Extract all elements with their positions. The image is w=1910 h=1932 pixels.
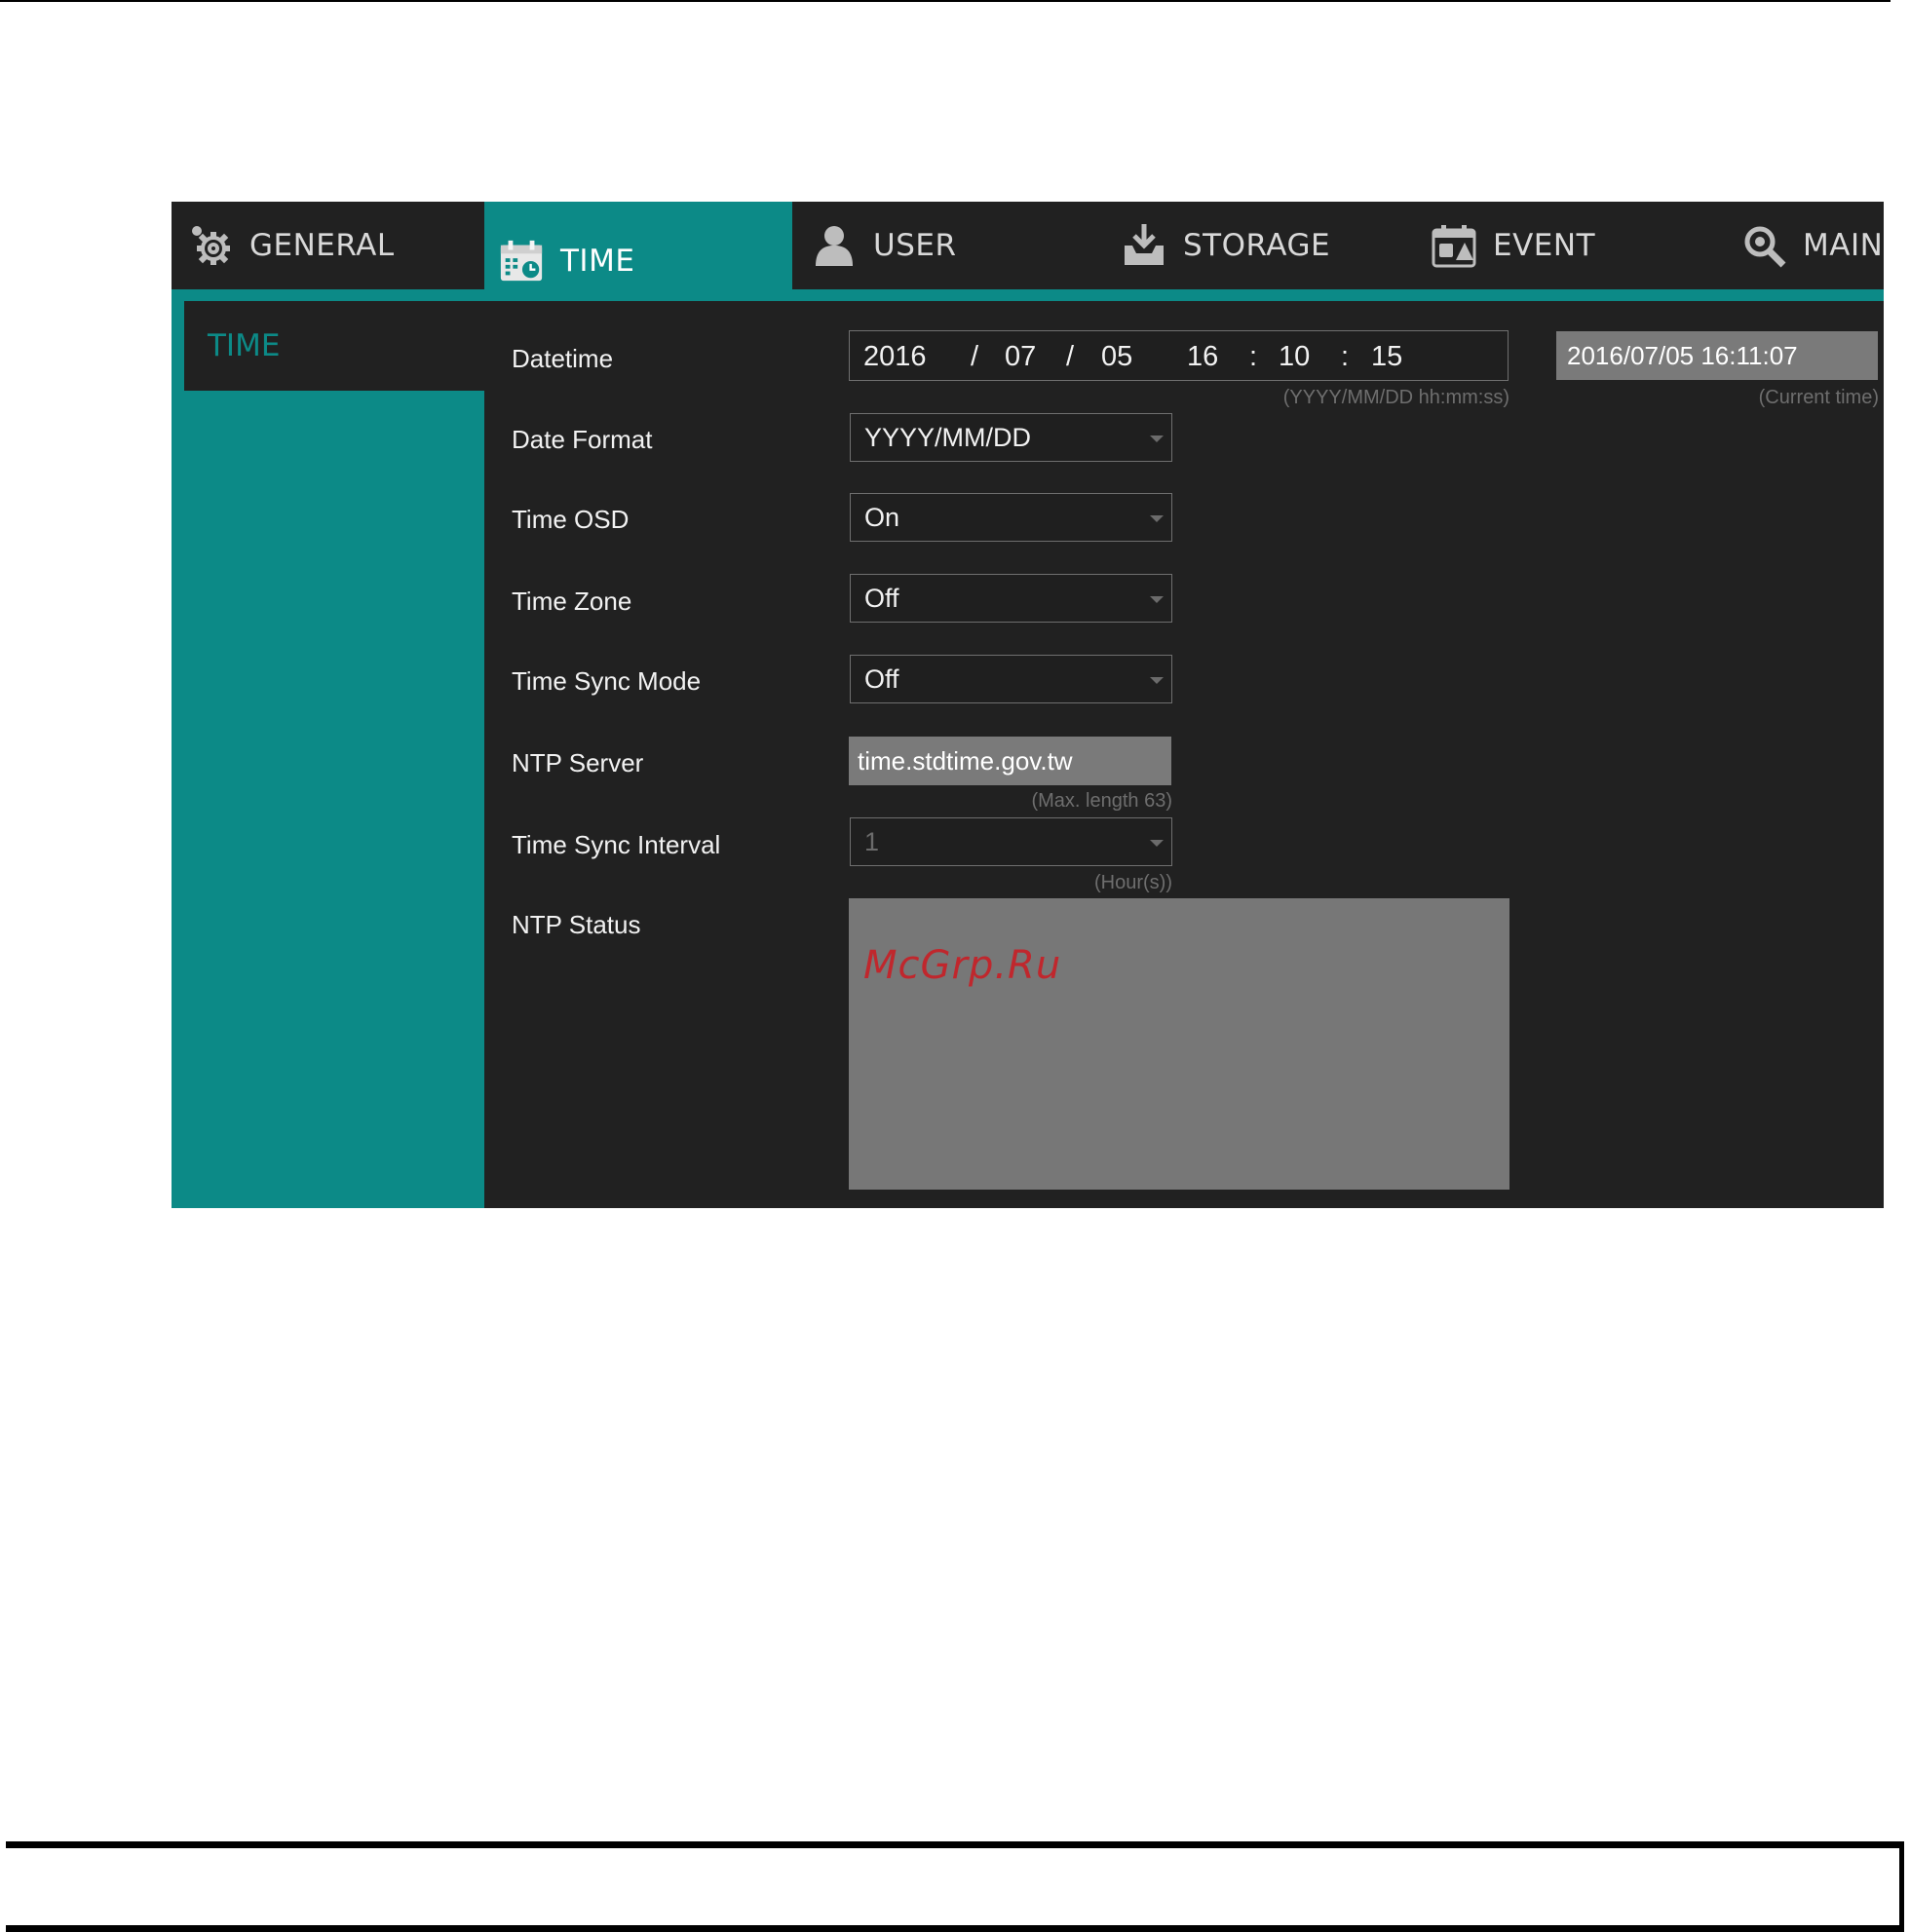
time-zone-value: Off — [864, 583, 899, 613]
time-osd-label: Time OSD — [512, 505, 630, 534]
ntp-server-label: NTP Server — [512, 748, 644, 777]
ntp-status-box — [849, 898, 1509, 1190]
tab-storage-label: STORAGE — [1183, 228, 1331, 263]
chevron-down-icon — [1150, 596, 1164, 603]
tab-maintenance[interactable]: MAIN — [1740, 202, 1884, 289]
watermark-logo: McGrp.Ru — [863, 943, 1062, 988]
tab-storage[interactable]: STORAGE — [1121, 202, 1413, 289]
tab-time-label: TIME — [560, 244, 635, 279]
ntp-status-label: NTP Status — [512, 910, 641, 939]
time-settings-form: Datetime 2016 / 07 / 05 16 : 10 : 15 (YY… — [484, 301, 1884, 1208]
tab-user[interactable]: USER — [811, 202, 1103, 289]
chevron-down-icon — [1150, 515, 1164, 522]
time-sync-interval-hint: (Hour(s)) — [1094, 872, 1172, 893]
settings-screen: GENERAL TIME USER STORAGE EVENT MAIN TIM… — [172, 202, 1884, 1208]
ntp-server-input[interactable]: time.stdtime.gov.tw — [849, 737, 1171, 785]
tab-bar: GENERAL TIME USER STORAGE EVENT MAIN — [172, 202, 1884, 301]
datetime-month[interactable]: 07 — [1005, 341, 1036, 373]
time-sync-interval-value: 1 — [864, 826, 880, 856]
tab-event-label: EVENT — [1493, 228, 1596, 263]
time-osd-select[interactable]: On — [850, 493, 1172, 542]
current-time-display: 2016/07/05 16:11:07 — [1556, 331, 1878, 380]
datetime-hour[interactable]: 16 — [1187, 341, 1218, 373]
datetime-year[interactable]: 2016 — [863, 341, 927, 373]
time-sync-mode-label: Time Sync Mode — [512, 666, 702, 696]
sidebar: TIME — [172, 301, 484, 1208]
datetime-separator: / — [971, 341, 979, 372]
time-osd-value: On — [864, 502, 900, 532]
chevron-down-icon — [1150, 436, 1164, 442]
date-format-select[interactable]: YYYY/MM/DD — [850, 413, 1172, 462]
user-icon — [811, 222, 858, 269]
datetime-format-hint: (YYYY/MM/DD hh:mm:ss) — [1282, 387, 1509, 408]
time-sync-interval-label: Time Sync Interval — [512, 830, 721, 859]
chevron-down-icon — [1150, 840, 1164, 847]
event-icon — [1431, 222, 1477, 269]
time-sync-interval-select[interactable]: 1 — [850, 817, 1172, 866]
tab-time[interactable]: TIME — [484, 202, 792, 301]
top-divider — [0, 0, 1891, 2]
time-sync-mode-value: Off — [864, 663, 899, 694]
datetime-separator: : — [1341, 341, 1350, 372]
ntp-server-hint: (Max. length 63) — [1031, 790, 1172, 812]
datetime-separator: : — [1249, 341, 1258, 372]
tab-user-label: USER — [873, 228, 957, 263]
time-zone-label: Time Zone — [512, 587, 632, 616]
chevron-down-icon — [1150, 677, 1164, 684]
date-format-value: YYYY/MM/DD — [864, 422, 1032, 452]
tab-event[interactable]: EVENT — [1431, 202, 1723, 289]
datetime-day[interactable]: 05 — [1101, 341, 1132, 373]
date-format-label: Date Format — [512, 425, 653, 454]
datetime-label: Datetime — [512, 344, 614, 373]
page: GENERAL TIME USER STORAGE EVENT MAIN TIM… — [0, 0, 1910, 1932]
tab-general[interactable]: GENERAL — [187, 202, 479, 289]
maintenance-icon — [1740, 222, 1787, 269]
tab-maintenance-label: MAIN — [1803, 228, 1884, 263]
time-sync-mode-select[interactable]: Off — [850, 655, 1172, 703]
gear-icon — [187, 222, 234, 269]
datetime-second[interactable]: 15 — [1371, 341, 1402, 373]
datetime-separator: / — [1066, 341, 1075, 372]
datetime-minute[interactable]: 10 — [1279, 341, 1310, 373]
time-zone-select[interactable]: Off — [850, 574, 1172, 623]
sidebar-item-label: TIME — [208, 328, 281, 363]
tab-general-label: GENERAL — [249, 228, 395, 263]
bottom-frame — [6, 1841, 1904, 1932]
datetime-input[interactable]: 2016 / 07 / 05 16 : 10 : 15 — [849, 330, 1509, 381]
storage-icon — [1121, 222, 1167, 269]
calendar-clock-icon — [498, 238, 545, 284]
tab-underline — [172, 289, 1884, 301]
sidebar-item-time[interactable]: TIME — [184, 301, 484, 391]
current-time-hint: (Current time) — [1758, 387, 1879, 408]
